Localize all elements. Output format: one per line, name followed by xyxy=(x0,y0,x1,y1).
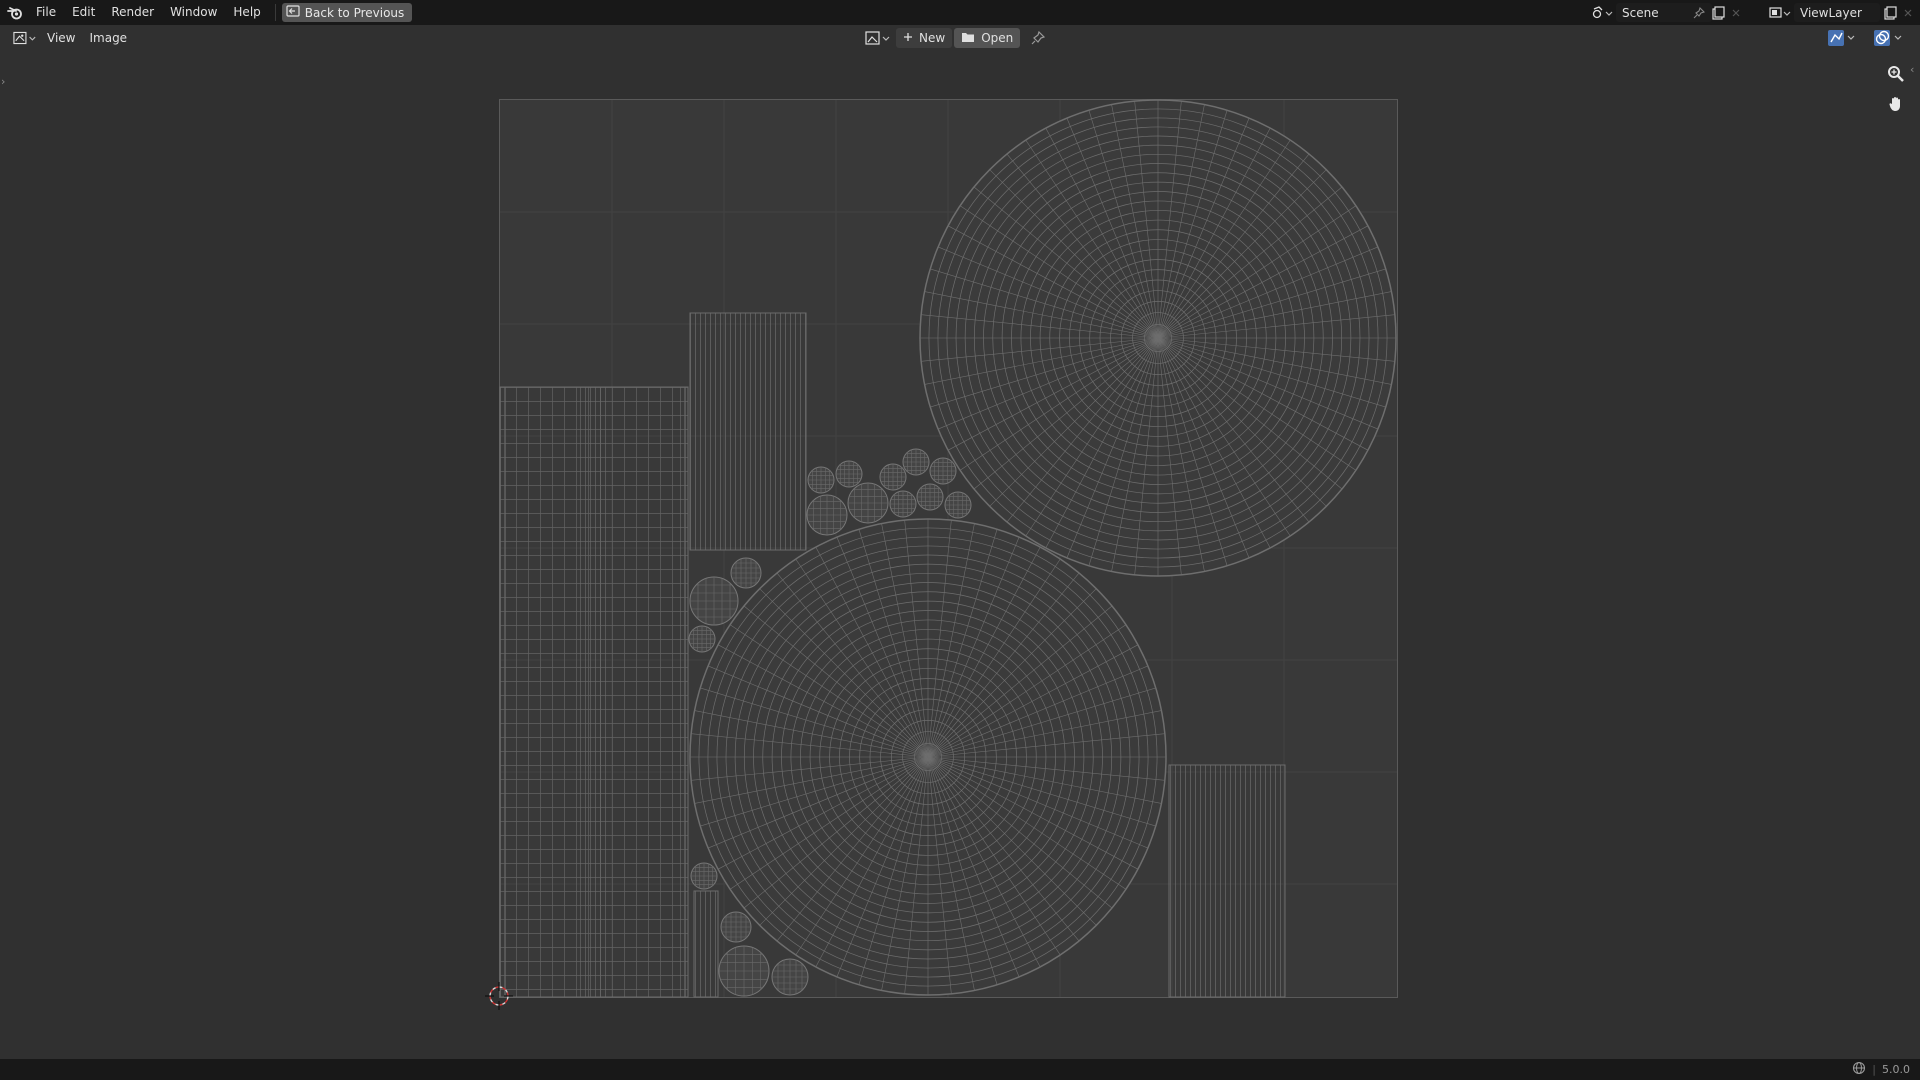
uv-sphere xyxy=(847,482,889,524)
scene-icon[interactable] xyxy=(1588,3,1616,22)
back-to-previous-button[interactable]: Back to Previous xyxy=(281,3,413,22)
editor-header: View Image New Open xyxy=(0,25,1920,51)
back-icon xyxy=(286,5,300,20)
uv-sphere xyxy=(730,557,762,589)
status-divider: | xyxy=(1872,1063,1876,1076)
open-image-button[interactable]: Open xyxy=(954,28,1021,48)
network-icon[interactable] xyxy=(1852,1061,1866,1078)
uv-sphere xyxy=(771,958,809,996)
image-tools: New Open xyxy=(862,28,1048,48)
uv-island-strip xyxy=(578,387,606,997)
uv-island-strip xyxy=(1168,764,1286,998)
new-scene-icon[interactable] xyxy=(1708,3,1728,22)
back-to-previous-label: Back to Previous xyxy=(304,5,405,20)
viewlayer-icon[interactable] xyxy=(1766,3,1794,22)
uv-sphere xyxy=(720,911,752,943)
status-bar: | 5.0.0 xyxy=(0,1059,1920,1080)
uv-sphere xyxy=(902,448,930,476)
close-icon[interactable] xyxy=(1728,3,1744,22)
pin-icon[interactable] xyxy=(1690,3,1708,22)
menu-help[interactable]: Help xyxy=(225,0,268,25)
new-viewlayer-icon[interactable] xyxy=(1880,3,1900,22)
new-image-button[interactable]: New xyxy=(896,28,953,48)
top-bar: File Edit Render Window Help Back to Pre… xyxy=(0,0,1920,25)
uv-sphere xyxy=(916,483,944,511)
blender-logo-icon[interactable] xyxy=(2,0,28,25)
overlay-icon[interactable] xyxy=(1870,28,1908,47)
viewlayer-name: ViewLayer xyxy=(1800,5,1862,20)
uv-sphere xyxy=(929,457,957,485)
uv-sphere xyxy=(690,862,718,890)
close-icon[interactable] xyxy=(1900,3,1916,22)
uv-layout xyxy=(485,99,1398,1010)
uv-sphere xyxy=(835,460,863,488)
plus-icon xyxy=(903,31,913,45)
viewlayer-selector: ViewLayer xyxy=(1766,3,1916,22)
uv-sphere xyxy=(688,625,716,653)
viewlayer-name-field[interactable]: ViewLayer xyxy=(1794,3,1880,22)
folder-icon xyxy=(961,31,975,46)
uv-island-strip xyxy=(693,890,719,998)
uv-sphere xyxy=(718,945,770,997)
pin-icon[interactable] xyxy=(1028,29,1048,48)
uv-island-strip xyxy=(500,387,506,997)
menu-window[interactable]: Window xyxy=(162,0,225,25)
uv-sphere xyxy=(889,490,917,518)
uv-sphere xyxy=(807,466,835,494)
uv-disc xyxy=(919,99,1397,577)
version-label: 5.0.0 xyxy=(1882,1063,1910,1076)
menu-view[interactable]: View xyxy=(40,31,82,45)
uv-sphere xyxy=(689,576,739,626)
image-icon[interactable] xyxy=(862,29,894,48)
uv-sphere xyxy=(879,463,907,491)
hand-icon[interactable] xyxy=(1883,91,1909,117)
new-label: New xyxy=(919,31,946,45)
menu-render[interactable]: Render xyxy=(103,0,162,25)
uv-sync-icon[interactable] xyxy=(1824,28,1860,47)
open-label: Open xyxy=(981,31,1014,45)
uv-disc xyxy=(689,518,1167,996)
uv-island-strip xyxy=(676,387,688,997)
divider xyxy=(274,4,276,21)
menu-file[interactable]: File xyxy=(28,0,64,25)
uv-sphere xyxy=(806,494,848,536)
scene-name: Scene xyxy=(1622,5,1659,20)
sidebar-toggle-icon[interactable]: ‹ xyxy=(1910,63,1914,76)
scene-selector: Scene xyxy=(1588,3,1744,22)
uv-island-strip xyxy=(689,312,807,551)
editor-type-icon[interactable] xyxy=(10,29,40,48)
uv-editor-viewport[interactable]: › ‹ xyxy=(0,51,1920,1059)
menu-edit[interactable]: Edit xyxy=(64,0,103,25)
menu-image[interactable]: Image xyxy=(82,31,134,45)
zoom-icon[interactable] xyxy=(1883,61,1909,87)
uv-sphere xyxy=(944,491,972,519)
